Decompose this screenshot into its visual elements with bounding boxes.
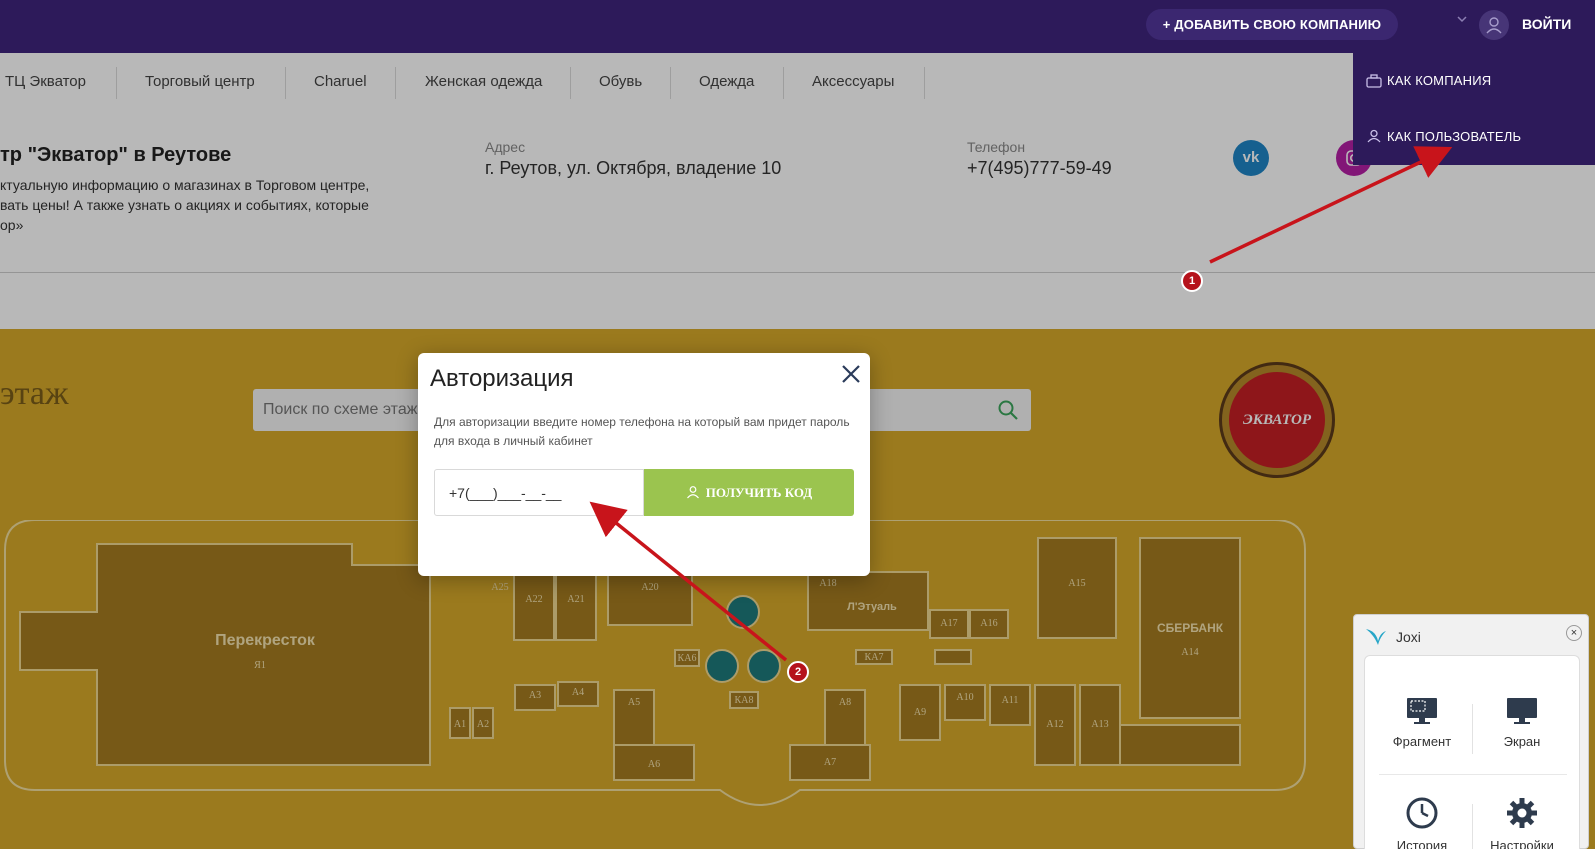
joxi-panel: Фрагмент Экран История Настройки xyxy=(1364,655,1580,849)
joxi-screen-button[interactable]: Экран xyxy=(1475,696,1569,749)
user-icon xyxy=(1367,129,1381,143)
annotation-badge-1: 1 xyxy=(1181,270,1203,292)
joxi-divider xyxy=(1472,804,1473,849)
login-as-user-label: КАК ПОЛЬЗОВАТЕЛЬ xyxy=(1387,129,1522,144)
joxi-bird-icon xyxy=(1366,629,1386,645)
joxi-fragment-label: Фрагмент xyxy=(1392,734,1452,749)
joxi-title: Joxi xyxy=(1396,629,1421,645)
chevron-down-icon[interactable] xyxy=(1457,14,1467,24)
login-dropdown: КАК КОМПАНИЯ КАК ПОЛЬЗОВАТЕЛЬ xyxy=(1353,53,1595,165)
joxi-divider xyxy=(1379,774,1567,775)
user-avatar-icon[interactable] xyxy=(1479,10,1509,40)
get-code-button[interactable]: ПОЛУЧИТЬ КОД xyxy=(644,469,854,516)
screen-icon xyxy=(1507,698,1537,724)
user-icon xyxy=(686,486,699,499)
joxi-settings-label: Настройки xyxy=(1490,838,1554,849)
joxi-history-button[interactable]: История xyxy=(1375,796,1469,849)
fragment-icon xyxy=(1407,698,1437,724)
joxi-history-label: История xyxy=(1396,838,1448,849)
joxi-fragment-button[interactable]: Фрагмент xyxy=(1375,696,1469,749)
joxi-screen-label: Экран xyxy=(1503,734,1541,749)
close-icon[interactable] xyxy=(840,363,862,385)
modal-title: Авторизация xyxy=(430,365,574,392)
add-company-button[interactable]: + ДОБАВИТЬ СВОЮ КОМПАНИЮ xyxy=(1146,9,1398,40)
joxi-widget: Joxi × Фрагмент Экран История Настройки xyxy=(1353,614,1589,849)
auth-modal: Авторизация Для авторизации введите номе… xyxy=(418,353,870,576)
login-button[interactable]: ВОЙТИ xyxy=(1522,16,1571,32)
joxi-divider xyxy=(1472,704,1473,754)
login-as-company-label: КАК КОМПАНИЯ xyxy=(1387,73,1492,88)
get-code-label: ПОЛУЧИТЬ КОД xyxy=(705,485,813,500)
annotation-badge-2: 2 xyxy=(787,661,809,683)
login-as-user-item[interactable]: КАК ПОЛЬЗОВАТЕЛЬ xyxy=(1367,129,1522,144)
clock-icon xyxy=(1406,797,1438,829)
close-icon[interactable]: × xyxy=(1566,625,1582,641)
briefcase-icon xyxy=(1366,74,1382,88)
gear-icon xyxy=(1507,798,1537,828)
modal-description: Для авторизации введите номер телефона н… xyxy=(434,415,850,448)
phone-input[interactable] xyxy=(434,469,644,516)
joxi-settings-button[interactable]: Настройки xyxy=(1475,796,1569,849)
top-bar: + ДОБАВИТЬ СВОЮ КОМПАНИЮ ВОЙТИ xyxy=(0,0,1595,53)
login-as-company-item[interactable]: КАК КОМПАНИЯ xyxy=(1366,73,1492,88)
